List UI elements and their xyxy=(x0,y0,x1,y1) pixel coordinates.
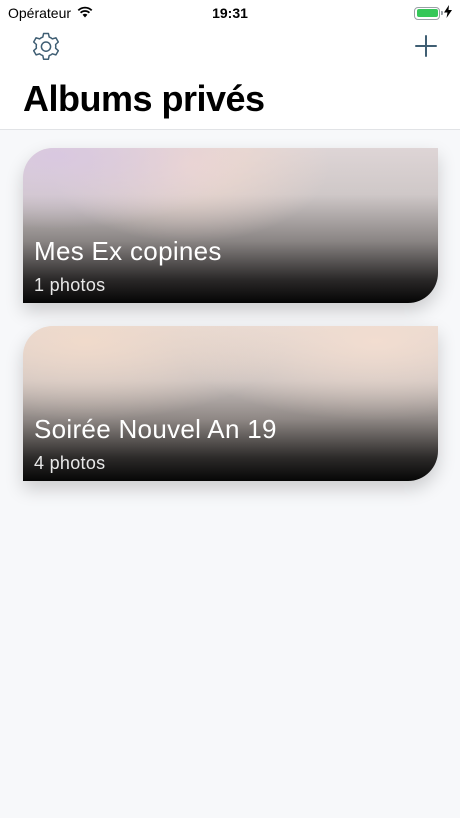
battery-level xyxy=(416,9,438,17)
wifi-icon xyxy=(77,5,93,21)
add-album-button[interactable] xyxy=(412,34,440,62)
charging-bolt-icon xyxy=(444,5,452,21)
album-title: Soirée Nouvel An 19 xyxy=(34,414,277,444)
album-photo-count: 4 photos xyxy=(34,453,106,473)
gear-icon xyxy=(30,31,62,68)
status-bar: Opérateur 19:31 xyxy=(0,0,460,26)
clock: 19:31 xyxy=(212,5,248,21)
album-list: Mes Ex copines 1 photos Soirée Nouvel An… xyxy=(0,148,460,504)
status-left: Opérateur xyxy=(8,5,93,21)
screen: Opérateur 19:31 Albums privés Mes Ex cop… xyxy=(0,0,460,818)
status-right xyxy=(414,5,452,21)
album-card-mes-ex-copines[interactable]: Mes Ex copines 1 photos xyxy=(23,148,438,303)
battery-icon xyxy=(414,6,443,20)
navigation-header: Albums privés xyxy=(0,26,460,130)
plus-icon xyxy=(415,34,437,62)
album-card-soiree-nouvel-an[interactable]: Soirée Nouvel An 19 4 photos xyxy=(23,326,438,481)
carrier-label: Opérateur xyxy=(8,5,72,21)
page-title: Albums privés xyxy=(23,78,265,119)
settings-button[interactable] xyxy=(29,32,63,66)
album-title: Mes Ex copines xyxy=(34,236,222,266)
album-photo-count: 1 photos xyxy=(34,275,106,295)
